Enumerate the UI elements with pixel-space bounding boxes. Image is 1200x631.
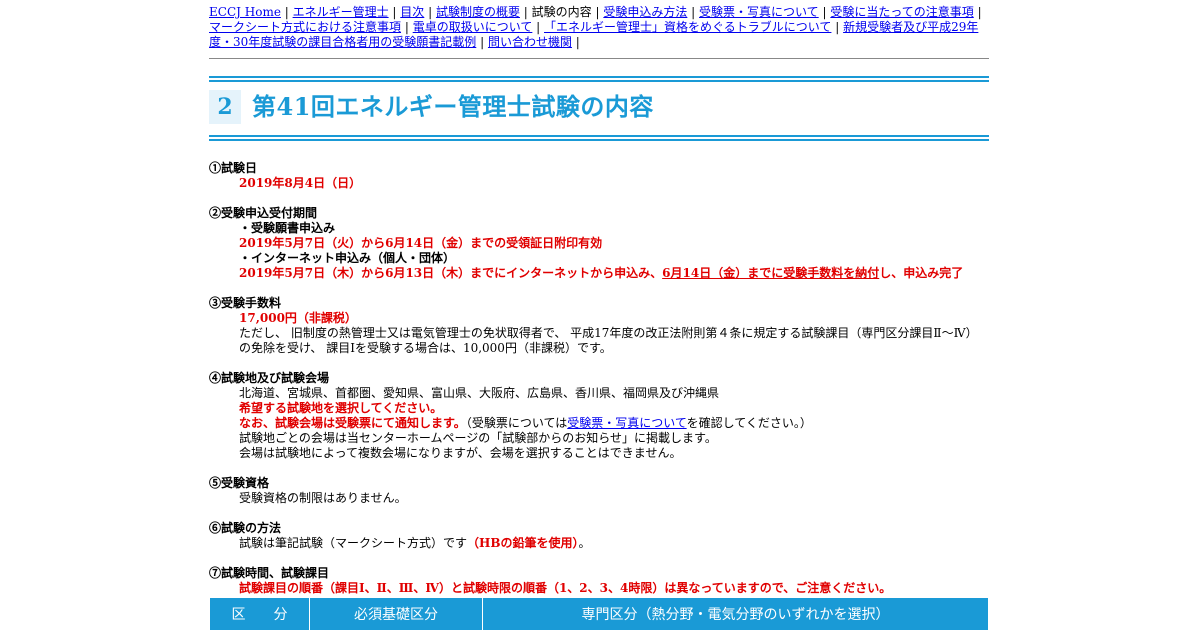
exam-places: 北海道、宮城県、首都圏、愛知県、富山県、大阪府、広島県、香川県、福岡県及び沖縄県: [239, 386, 720, 400]
section-exam-time-subjects: ⑦試験時間、試験課目 試験課目の順番（課目Ⅰ、Ⅱ、Ⅲ、Ⅳ）と試験時限の順番（1、…: [209, 566, 989, 596]
nav-link-marksheet[interactable]: マークシート方式における注意事項: [209, 20, 401, 34]
section-exam-method: ⑥試験の方法 試験は筆記試験（マークシート方式）です（HBの鉛筆を使用）。: [209, 521, 989, 551]
venue-line-3: 試験地ごとの会場は当センターホームページの「試験部からのお知らせ」に掲載します。: [239, 431, 717, 445]
nav-sep: |: [476, 35, 488, 49]
nav-link-eccj-home[interactable]: ECCJ Home: [209, 5, 281, 19]
method-b: 。: [578, 536, 591, 550]
period-internet-b: 6月14日（金）までに受験手数料を納付: [662, 266, 880, 280]
table-header-basic: 必須基礎区分: [309, 597, 483, 631]
sub-heading-paper: ・受験願書申込み: [239, 221, 336, 235]
nav-link-precautions[interactable]: 受験に当たっての注意事項: [830, 5, 973, 19]
section-title: ②受験申込受付期間: [209, 206, 318, 220]
section-title: ③受験手数料: [209, 296, 282, 310]
nav-sep: |: [280, 5, 293, 19]
section-fee: ③受験手数料 17,000円（非課税） ただし、 旧制度の熱管理士又は電気管理士…: [209, 296, 989, 356]
page-title: 第41回エネルギー管理士試験の内容: [252, 92, 654, 121]
page-container: ECCJ Home | エネルギー管理士 | 目次 | 試験制度の概要 | 試験…: [209, 0, 989, 631]
nav-sep: |: [818, 5, 831, 19]
venue-notice-paren: （受験票については: [465, 416, 568, 430]
fee-note: ただし、 旧制度の熱管理士又は電気管理士の免状取得者で、 平成17年度の改正法附…: [239, 326, 978, 355]
nav-sep: |: [831, 20, 844, 34]
nav-sep: |: [687, 5, 700, 19]
order-warning: 試験課目の順番（課目Ⅰ、Ⅱ、Ⅲ、Ⅳ）と試験時限の順番（1、2、3、4時限）は異な…: [239, 581, 892, 595]
nav-sep: |: [401, 20, 413, 34]
nav-link-calculator[interactable]: 電卓の取扱いについて: [413, 20, 533, 34]
section-exam-date: ①試験日 2019年8月4日（日）: [209, 161, 989, 191]
exam-date: 2019年8月4日（日）: [239, 176, 362, 190]
venue-notice-paren-end: を確認してください。）: [686, 416, 812, 430]
heading-rule-bottom-1: [209, 135, 989, 137]
section-title: ④試験地及び試験会場: [209, 371, 330, 385]
select-location-note: 希望する試験地を選択してください。: [239, 401, 443, 415]
heading-rule-bottom-2: [209, 139, 989, 141]
nav-link-contents[interactable]: 目次: [400, 5, 424, 19]
fee-amount: 17,000円（非課税）: [239, 311, 357, 325]
nav-sep: |: [519, 5, 532, 19]
nav-sep: |: [388, 5, 401, 19]
exam-schedule-table: 区 分 必須基礎区分 専門区分（熱分野・電気分野のいずれかを選択）: [209, 597, 989, 631]
eligibility-text: 受験資格の制限はありません。: [239, 491, 407, 505]
nav-current-exam-content: 試験の内容: [531, 5, 592, 19]
venue-line-4: 会場は試験地によって複数会場になりますが、会場を選択することはできません。: [239, 446, 682, 460]
nav-sep: |: [424, 5, 436, 19]
period-internet: 2019年5月7日（木）から6月13日（木）までにインターネットから申込み、6月…: [209, 266, 989, 281]
method-red: （HBの鉛筆を使用）: [467, 536, 579, 550]
section-title: ⑤受験資格: [209, 476, 270, 490]
period-internet-c: し、申込み完了: [879, 266, 964, 280]
nav-link-overview[interactable]: 試験制度の概要: [436, 5, 520, 19]
ticket-photo-link[interactable]: 受験票・写真について: [567, 416, 686, 430]
top-navigation: ECCJ Home | エネルギー管理士 | 目次 | 試験制度の概要 | 試験…: [209, 0, 989, 50]
section-application-period: ②受験申込受付期間 ・受験願書申込み 2019年5月7日（火）から6月14日（金…: [209, 206, 989, 281]
table-header-specialty: 専門区分（熱分野・電気分野のいずれかを選択）: [482, 597, 989, 631]
nav-sep: |: [532, 20, 545, 34]
table-header-category: 区 分: [209, 597, 310, 631]
section-exam-locations: ④試験地及び試験会場 北海道、宮城県、首都圏、愛知県、富山県、大阪府、広島県、香…: [209, 371, 989, 461]
exam-method-text: 試験は筆記試験（マークシート方式）です（HBの鉛筆を使用）。: [209, 536, 989, 551]
nav-link-energy-manager[interactable]: エネルギー管理士: [293, 5, 389, 19]
nav-sep: |: [591, 5, 604, 19]
nav-sep-end: |: [571, 35, 580, 49]
section-title: ①試験日: [209, 161, 258, 175]
nav-link-ticket-photo[interactable]: 受験票・写真について: [699, 5, 819, 19]
section-eligibility: ⑤受験資格 受験資格の制限はありません。: [209, 476, 989, 506]
section-title: ⑥試験の方法: [209, 521, 282, 535]
period-internet-a: 2019年5月7日（木）から6月13日（木）までにインターネットから申込み、: [239, 266, 663, 280]
section-number: 2: [209, 90, 241, 124]
nav-sep: |: [973, 5, 982, 19]
nav-link-trouble[interactable]: 「エネルギー管理士」資格をめぐるトラブルについて: [544, 20, 831, 34]
method-a: 試験は筆記試験（マークシート方式）です: [239, 536, 468, 550]
nav-link-contact[interactable]: 問い合わせ機関: [488, 35, 572, 49]
divider: [209, 58, 989, 59]
main-content: ①試験日 2019年8月4日（日） ②受験申込受付期間 ・受験願書申込み 201…: [209, 161, 989, 611]
venue-notice: なお、試験会場は受験票にて通知します。（受験票については受験票・写真についてを確…: [209, 416, 989, 431]
section-title: ⑦試験時間、試験課目: [209, 566, 330, 580]
period-paper: 2019年5月7日（火）から6月14日（金）までの受領証日附印有効: [239, 236, 603, 250]
table-header-row: 区 分 必須基礎区分 専門区分（熱分野・電気分野のいずれかを選択）: [209, 597, 989, 631]
heading-rule-top-1: [209, 76, 989, 78]
nav-link-application[interactable]: 受験申込み方法: [603, 5, 687, 19]
venue-notice-red: なお、試験会場は受験票にて通知します。: [239, 416, 466, 430]
heading-rule-top-2: [209, 80, 989, 82]
sub-heading-internet: ・インターネット申込み（個人・団体）: [239, 251, 456, 265]
